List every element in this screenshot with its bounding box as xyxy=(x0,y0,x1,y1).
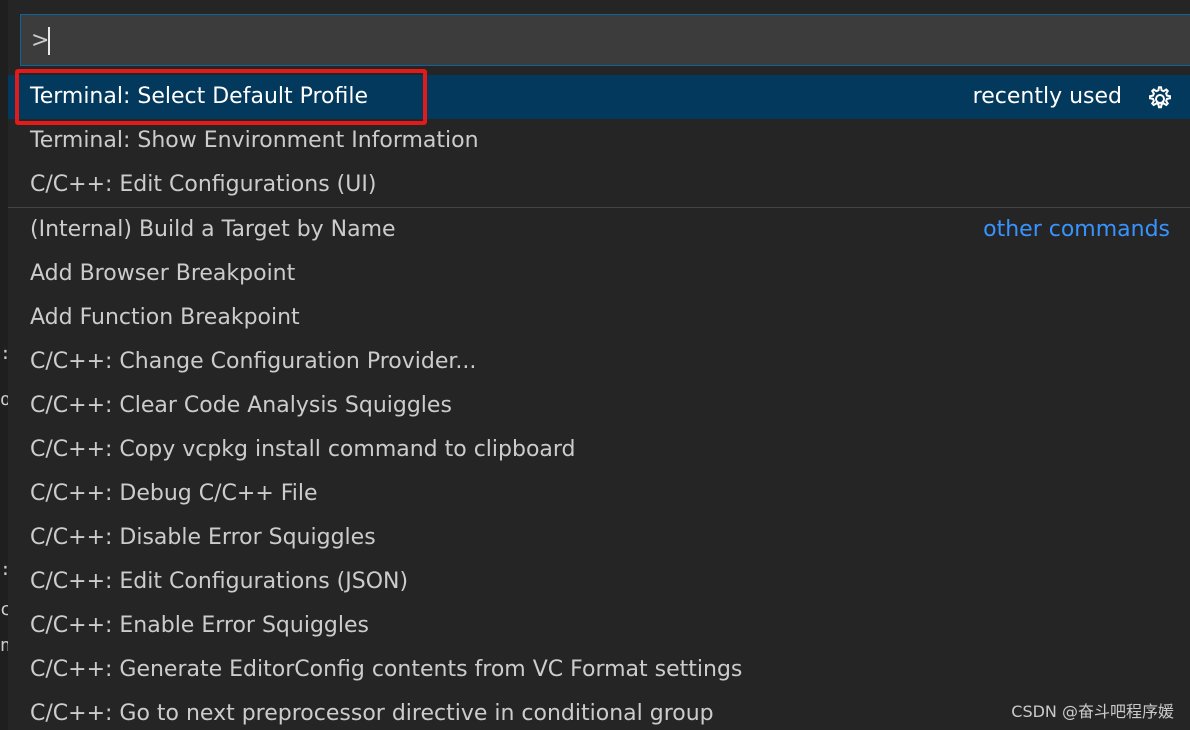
command-item-label: C/C++: Edit Configurations (UI) xyxy=(30,172,377,197)
command-item-label: C/C++: Generate EditorConfig contents fr… xyxy=(30,657,743,682)
command-item-label: Add Function Breakpoint xyxy=(30,305,300,330)
command-item[interactable]: C/C++: Disable Error Squiggles xyxy=(8,516,1190,560)
command-item-label: Terminal: Select Default Profile xyxy=(30,84,369,109)
command-item[interactable]: C/C++: Clear Code Analysis Squiggles xyxy=(8,384,1190,428)
command-item-label: (Internal) Build a Target by Name xyxy=(30,217,396,242)
editor-gutter-glyph: n xyxy=(0,636,8,656)
editor-gutter-glyph: : xyxy=(0,560,8,580)
command-item[interactable]: C/C++: Change Configuration Provider... xyxy=(8,340,1190,384)
command-item[interactable]: C/C++: Copy vcpkg install command to cli… xyxy=(8,428,1190,472)
command-item[interactable]: C/C++: Edit Configurations (UI) xyxy=(8,163,1190,207)
command-item-label: Terminal: Show Environment Information xyxy=(30,128,479,153)
command-item[interactable]: C/C++: Enable Error Squiggles xyxy=(8,604,1190,648)
command-search-input[interactable] xyxy=(21,15,1190,65)
command-item[interactable]: Add Function Breakpoint xyxy=(8,296,1190,340)
editor-gutter-glyph: o xyxy=(0,390,8,410)
recently-used-label: recently used xyxy=(972,84,1122,109)
editor-gutter-glyph: c xyxy=(0,600,8,620)
other-commands-label: other commands xyxy=(983,217,1170,242)
command-item[interactable]: C/C++: Edit Configurations (JSON) xyxy=(8,560,1190,604)
command-item[interactable]: C/C++: Generate EditorConfig contents fr… xyxy=(8,648,1190,692)
command-item-label: C/C++: Clear Code Analysis Squiggles xyxy=(30,393,452,418)
gear-icon[interactable] xyxy=(1144,84,1174,114)
command-item-label: C/C++: Change Configuration Provider... xyxy=(30,349,477,374)
command-item[interactable]: (Internal) Build a Target by Name other … xyxy=(8,208,1190,252)
command-input-wrapper xyxy=(20,14,1190,66)
command-item[interactable]: C/C++: Debug C/C++ File xyxy=(8,472,1190,516)
command-item[interactable]: Terminal: Show Environment Information xyxy=(8,119,1190,163)
screen: : o : c n Terminal: Select Default Profi… xyxy=(0,0,1190,730)
editor-gutter-glyph: : xyxy=(0,344,8,364)
command-palette: Terminal: Select Default Profile recentl… xyxy=(8,0,1190,730)
text-caret xyxy=(48,27,50,55)
command-item-label: Add Browser Breakpoint xyxy=(30,261,296,286)
command-item-label: C/C++: Go to next preprocessor directive… xyxy=(30,701,714,726)
command-item-select-default-profile[interactable]: Terminal: Select Default Profile recentl… xyxy=(8,75,1190,119)
command-list: Terminal: Select Default Profile recentl… xyxy=(8,75,1190,730)
command-item-label: C/C++: Debug C/C++ File xyxy=(30,481,318,506)
command-item[interactable]: Add Browser Breakpoint xyxy=(8,252,1190,296)
watermark: CSDN @奋斗吧程序媛 xyxy=(1011,702,1174,721)
command-item-label: C/C++: Edit Configurations (JSON) xyxy=(30,569,409,594)
command-item-label: C/C++: Enable Error Squiggles xyxy=(30,613,369,638)
command-item-label: C/C++: Disable Error Squiggles xyxy=(30,525,376,550)
command-item-label: C/C++: Copy vcpkg install command to cli… xyxy=(30,437,576,462)
